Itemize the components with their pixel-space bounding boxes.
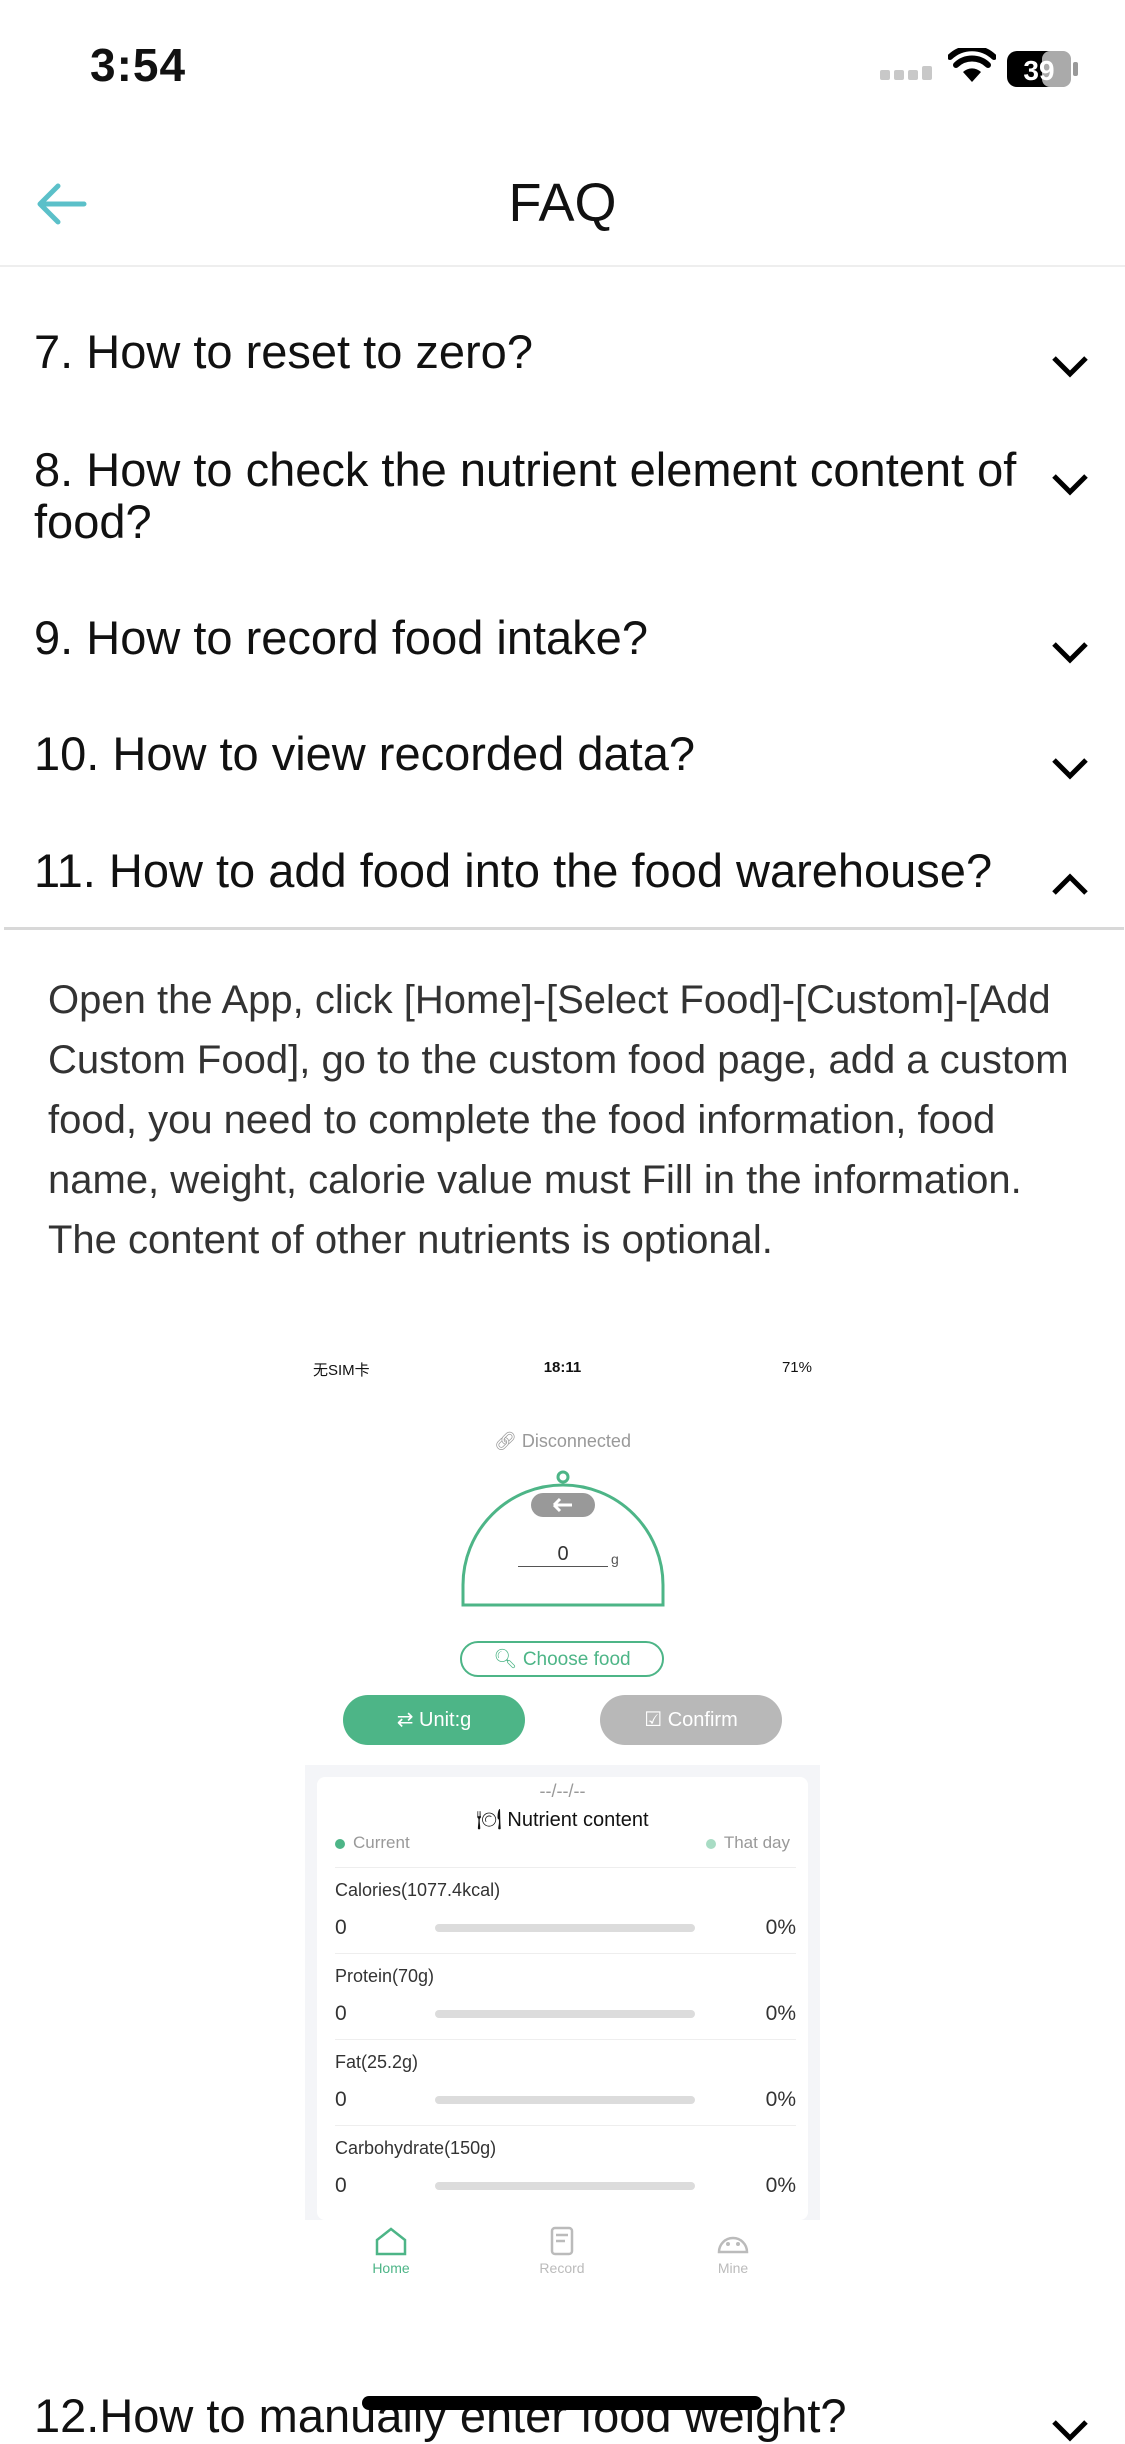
chevron-down-icon [1052,356,1088,378]
faq-item-7[interactable]: 7. How to reset to zero? [34,326,1090,378]
search-icon: 🔍︎ [493,1649,518,1670]
faq-question: 7. How to reset to zero? [34,325,533,378]
choose-food-button[interactable]: 🔍︎ Choose food [460,1641,664,1677]
checkbox-icon: ☑ [644,1709,663,1731]
choose-food-label: Choose food [522,1649,631,1670]
nutrient-panel: --/--/-- 🍽︎ Nutrient content Current Tha… [305,1765,820,2220]
nutrient-row: Calories(1077.4kcal) 0 0% [335,1867,796,1954]
nutrient-percent: 0% [765,2174,796,2197]
nutrient-percent: 0% [765,1916,796,1939]
screenshot-battery: 71% [781,1359,812,1376]
nutrient-title-text: Nutrient content [507,1809,649,1831]
chevron-up-icon [1052,873,1088,895]
faq-answer: Open the App, click [Home]-[Select Food]… [48,978,1069,1262]
tab-label: Record [539,2260,585,2276]
nutrient-value: 0 [335,2088,347,2111]
page-title: FAQ [508,173,617,233]
nutrient-row: Carbohydrate(150g) 0 0% [335,2125,796,2212]
nutrient-progress-bar [435,2010,695,2018]
nutrient-percent: 0% [765,2088,796,2111]
tab-home[interactable]: Home [331,2220,451,2276]
faq-divider [4,927,1124,930]
scale-dome-icon [461,1470,665,1607]
unit-button[interactable]: ⇄ Unit:g [343,1695,525,1745]
home-icon [375,2227,407,2256]
nutrient-progress-bar [435,1924,695,1932]
confirm-button[interactable]: ☑ Confirm [600,1695,782,1745]
faq-question: 11. How to add food into the food wareho… [34,844,993,897]
chevron-down-icon [1052,758,1088,780]
tab-label: Mine [717,2260,749,2276]
weight-unit: g [611,1551,619,1567]
nutrient-percent: 0% [765,2002,796,2025]
status-time: 3:54 [90,39,187,91]
screenshot-status-bar: 无SIM卡 18:11 71% [305,1355,820,1385]
connection-text: Disconnected [521,1431,631,1451]
faq-question: 8. How to check the nutrient element con… [34,443,1017,548]
tab-record[interactable]: Record [502,2220,622,2276]
nutrient-value: 0 [335,2174,347,2197]
link-icon: 🔗︎ [494,1431,517,1451]
nav-bar: FAQ [0,140,1125,267]
legend-that-day: That day [705,1833,790,1853]
battery-level: 39 [1023,55,1054,86]
faq-question: 9. How to record food intake? [34,611,648,664]
unit-label: Unit:g [419,1709,472,1731]
legend-current-label: Current [353,1833,410,1852]
tab-label: Home [372,2260,410,2276]
nutrient-value: 0 [335,1916,347,1939]
connection-status: 🔗︎ Disconnected [305,1431,820,1452]
app-screenshot: 无SIM卡 18:11 71% 🔗︎ Disconnected 0 g 🔍︎ C… [305,1355,820,2295]
status-bar: 3:54 39 [0,0,1125,140]
wifi-icon [948,48,996,82]
home-indicator [362,2396,762,2410]
nutrient-value: 0 [335,2002,347,2025]
legend-that-day-label: That day [723,1833,790,1852]
faq-item-9[interactable]: 9. How to record food intake? [34,612,1090,664]
nutrient-label: Fat(25.2g) [335,2052,419,2072]
screenshot-tab-bar: Home Record Mine [305,2220,820,2295]
chevron-down-icon [1052,2420,1088,2442]
dish-icon: 🍽︎ [476,1809,502,1831]
faq-item-10[interactable]: 10. How to view recorded data? [34,728,1090,780]
chevron-down-icon [1052,642,1088,664]
nutrient-label: Protein(70g) [335,1966,435,1986]
nutrient-row: Fat(25.2g) 0 0% [335,2039,796,2126]
nutrient-progress-bar [435,2182,695,2190]
chevron-down-icon [1052,474,1088,496]
faq-item-11[interactable]: 11. How to add food into the food wareho… [34,845,1090,897]
confirm-label: Confirm [667,1709,738,1731]
legend-current: Current [335,1833,410,1853]
record-icon [550,2226,574,2256]
weight-value: 0 [518,1543,608,1567]
faq-question: 10. How to view recorded data? [34,727,695,780]
swap-icon: ⇄ [396,1709,414,1731]
cellular-signal-icon [880,66,932,80]
profile-icon [717,2236,749,2254]
nutrient-card: --/--/-- 🍽︎ Nutrient content Current Tha… [317,1777,808,2220]
faq-item-8[interactable]: 8. How to check the nutrient element con… [34,444,1090,548]
nutrient-label: Calories(1077.4kcal) [335,1880,501,1900]
nutrient-progress-bar [435,2096,695,2104]
nutrient-label: Carbohydrate(150g) [335,2138,497,2158]
tab-mine[interactable]: Mine [673,2220,793,2276]
battery-icon: 39 [1006,50,1080,93]
date-label: --/--/-- [539,1781,586,1801]
nutrient-row: Protein(70g) 0 0% [335,1953,796,2040]
screenshot-time: 18:11 [543,1359,582,1376]
nutrient-title: 🍽︎ Nutrient content [317,1807,808,1832]
